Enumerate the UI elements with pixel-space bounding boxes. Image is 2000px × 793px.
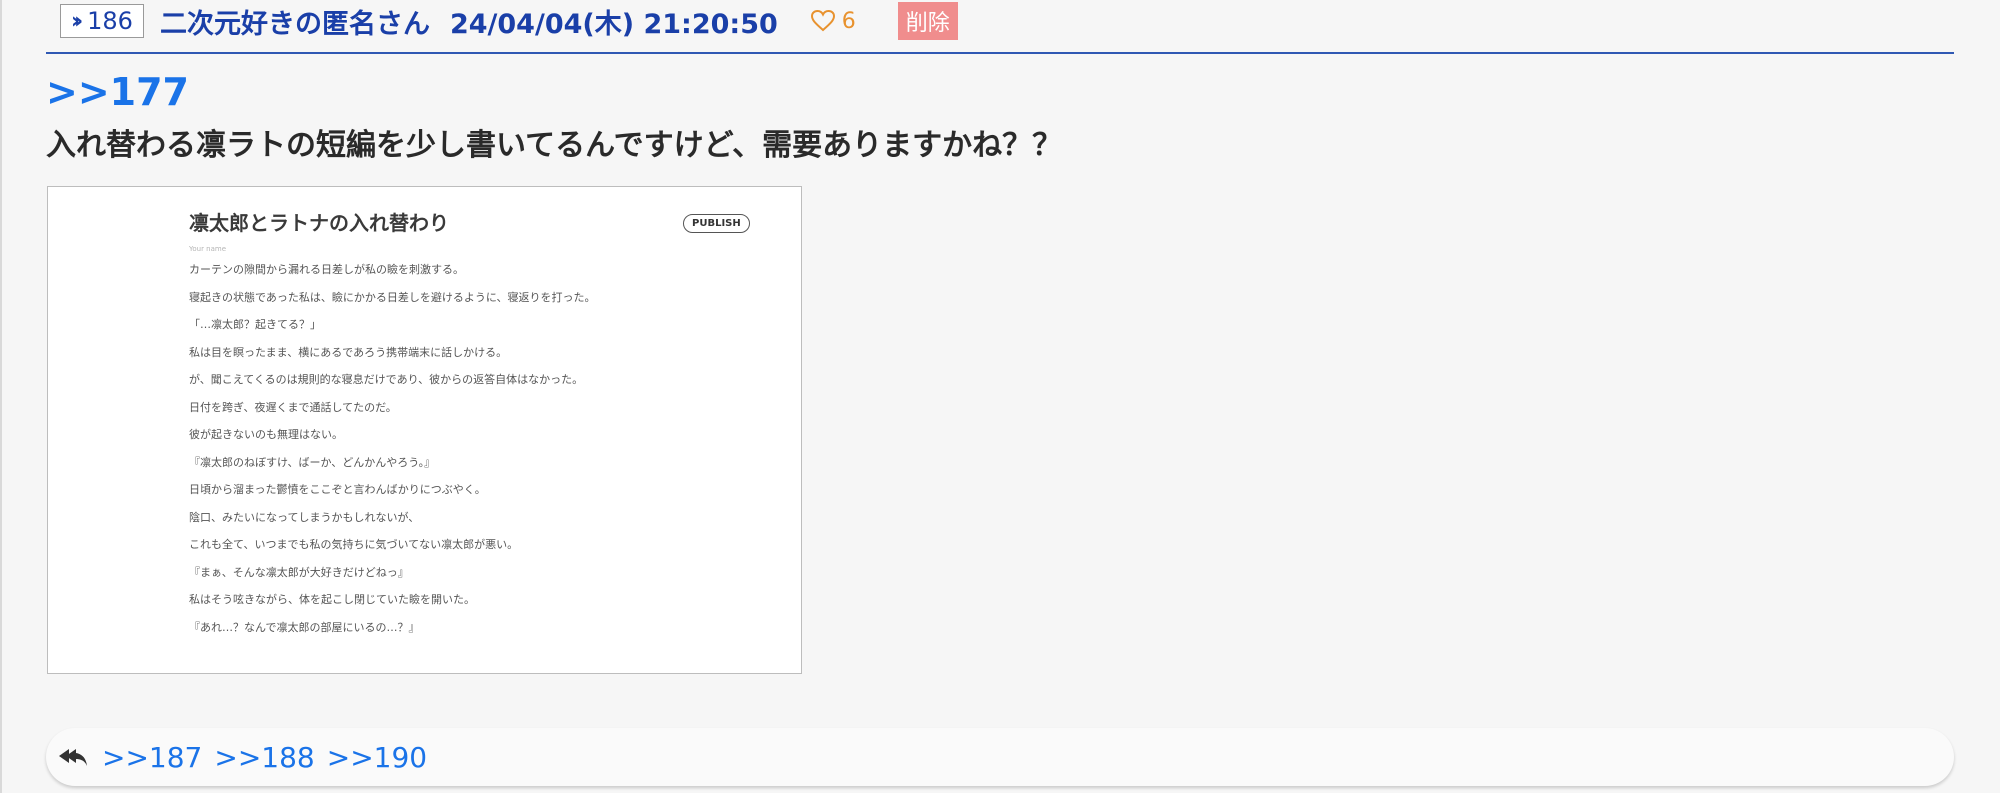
doc-line: 日付を跨ぎ、夜遅くまで通話してたのだ。 xyxy=(189,400,397,414)
reply-links: >>187 >>188 >>190 xyxy=(102,741,427,774)
post-container: ›› 186 二次元好きの匿名さん 24/04/04(木) 21:20:50 6… xyxy=(0,0,2000,793)
doc-line: 『あれ…？なんで凛太郎の部屋にいるの…？』 xyxy=(189,620,420,634)
post-datetime: 24/04/04(木) 21:20:50 xyxy=(449,8,778,40)
reply-link-188[interactable]: >>188 xyxy=(214,741,314,774)
doc-line: 私はそう呟きながら、体を起こし閉じていた瞼を開いた。 xyxy=(189,593,475,606)
reply-all-icon xyxy=(59,749,87,766)
author-name: 二次元好きの匿名さん xyxy=(159,8,430,40)
like-count: 6 xyxy=(841,8,856,34)
doc-line: 「…凛太郎？起きてる？」 xyxy=(189,318,321,331)
heart-icon xyxy=(810,9,835,32)
doc-line: 私は目を瞑ったまま、横にあるであろう携帯端末に話しかける。 xyxy=(189,345,508,359)
attached-image[interactable]: 凛太郎とラトナの入れ替わり PUBLISH Your name カーテンの隙間か… xyxy=(47,186,802,674)
doc-line: 彼が起きないのも無理はない。 xyxy=(189,428,343,441)
delete-button[interactable]: 削除 xyxy=(897,2,958,40)
post-header: ›› 186 二次元好きの匿名さん 24/04/04(木) 21:20:50 6… xyxy=(60,0,958,42)
post-number-button[interactable]: ›› 186 xyxy=(60,4,144,38)
post-number: 186 xyxy=(87,7,133,35)
replies-bar: >>187 >>188 >>190 xyxy=(46,728,1954,786)
doc-line: 陰口、みたいになってしまうかもしれないが、 xyxy=(189,510,420,524)
doc-publish-label: PUBLISH xyxy=(683,214,750,233)
doc-line: が、聞こえてくるのは規則的な寝息だけであり、彼からの返答自体はなかった。 xyxy=(189,373,584,386)
like-button[interactable]: 6 xyxy=(810,9,856,34)
doc-line: これも全て、いつまでも私の気持ちに気づいてない凛太郎が悪い。 xyxy=(189,538,519,551)
double-chevron-icon: ›› xyxy=(71,8,83,34)
reply-link-187[interactable]: >>187 xyxy=(102,741,202,774)
doc-line: 『凛太郎のねぼすけ、ばーか、どんかんやろう。』 xyxy=(189,455,436,469)
quoted-post-link[interactable]: >>177 xyxy=(46,70,189,114)
doc-line: 寝起きの状態であった私は、瞼にかかる日差しを避けるように、寝返りを打った。 xyxy=(189,290,596,304)
post-message: 入れ替わる凛ラトの短編を少し書いてるんですけど、需要ありますかね？？ xyxy=(46,128,1063,163)
doc-line: カーテンの隙間から漏れる日差しが私の瞼を刺激する。 xyxy=(189,263,464,276)
doc-author-placeholder: Your name xyxy=(189,245,227,253)
header-divider xyxy=(46,52,1954,54)
doc-title: 凛太郎とラトナの入れ替わり xyxy=(189,211,449,235)
left-border xyxy=(0,0,2,793)
doc-line: 日頃から溜まった鬱憤をここぞと言わんばかりにつぶやく。 xyxy=(189,483,486,496)
reply-link-190[interactable]: >>190 xyxy=(327,741,427,774)
doc-body: カーテンの隙間から漏れる日差しが私の瞼を刺激する。 寝起きの状態であった私は、瞼… xyxy=(189,263,596,648)
doc-line: 『まぁ、そんな凛太郎が大好きだけどねっ』 xyxy=(189,565,409,579)
